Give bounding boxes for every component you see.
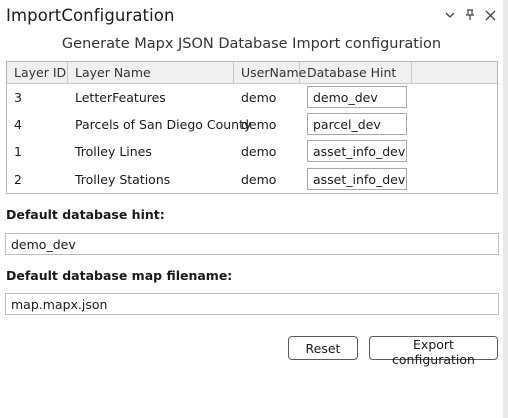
cell-layer-id: 1 (14, 144, 22, 159)
database-hint-input[interactable] (307, 113, 407, 135)
export-configuration-button[interactable]: Export configuration (369, 336, 498, 367)
table-row[interactable]: 4 Parcels of San Diego County demo (7, 111, 497, 138)
database-hint-input[interactable] (307, 168, 407, 190)
cell-username: demo (241, 172, 277, 187)
column-header-database-hint[interactable]: Database Hint (300, 62, 412, 83)
pin-icon[interactable] (463, 7, 477, 23)
default-hint-input[interactable] (5, 233, 499, 255)
default-hint-label: Default database hint: (6, 207, 165, 222)
default-filename-input[interactable] (5, 293, 499, 315)
default-filename-label: Default database map filename: (6, 268, 233, 283)
database-hint-input[interactable] (307, 86, 407, 108)
section-heading: Generate Mapx JSON Database Import confi… (61, 36, 442, 52)
cell-username: demo (241, 117, 277, 132)
pane-splitter[interactable] (503, 0, 508, 418)
column-header-username[interactable]: UserName (234, 62, 306, 83)
cell-layer-name: Trolley Stations (75, 172, 171, 187)
cell-layer-id: 3 (14, 90, 22, 105)
reset-button[interactable]: Reset (288, 336, 358, 360)
table-row[interactable]: 3 LetterFeatures demo (7, 84, 497, 111)
cell-layer-name: Parcels of San Diego County (75, 117, 252, 132)
cell-username: demo (241, 144, 277, 159)
title-controls (443, 7, 497, 23)
column-header-layer-id[interactable]: Layer ID (7, 62, 68, 83)
layers-table: Layer ID Layer Name UserName Database Hi… (6, 61, 498, 194)
table-row[interactable]: 1 Trolley Lines demo (7, 138, 497, 165)
cell-username: demo (241, 90, 277, 105)
pane-titlebar: ImportConfiguration (0, 0, 503, 34)
database-hint-input[interactable] (307, 140, 407, 162)
column-header-layer-name[interactable]: Layer Name (68, 62, 234, 83)
cell-layer-name: Trolley Lines (75, 144, 152, 159)
import-configuration-pane: ImportConfiguration Generate Mapx JSON D… (0, 0, 506, 418)
table-header: Layer ID Layer Name UserName Database Hi… (7, 62, 497, 84)
cell-layer-id: 2 (14, 172, 22, 187)
pane-title: ImportConfiguration (6, 6, 175, 25)
close-icon[interactable] (483, 7, 497, 23)
cell-layer-name: LetterFeatures (75, 90, 166, 105)
table-row[interactable]: 2 Trolley Stations demo (7, 166, 497, 193)
cell-layer-id: 4 (14, 117, 22, 132)
options-chevron-icon[interactable] (443, 7, 457, 23)
